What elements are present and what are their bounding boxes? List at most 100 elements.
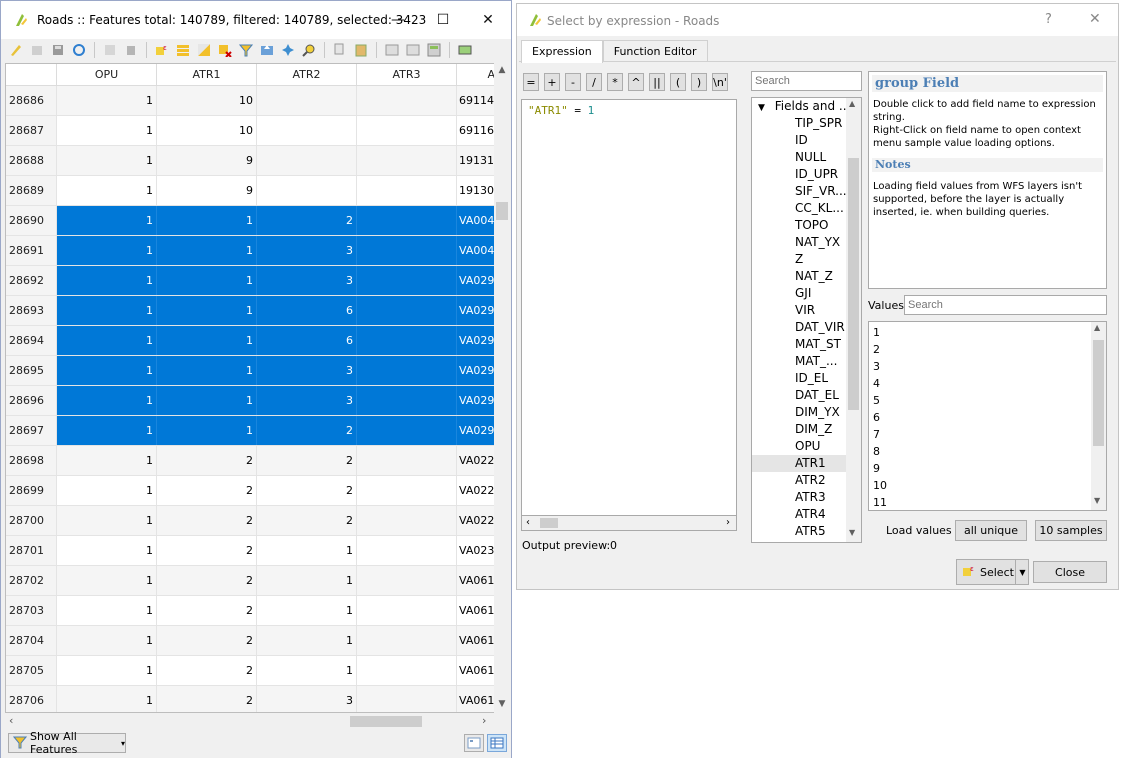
row-header[interactable]: 28690 (6, 206, 57, 235)
scroll-up-icon[interactable]: ▲ (849, 99, 855, 108)
attribute-table-titlebar[interactable]: Roads :: Features total: 140789, filtere… (1, 1, 511, 39)
cell-atr1[interactable]: 9 (157, 146, 257, 175)
tree-field-item[interactable]: ID_UPR (752, 166, 861, 183)
cell-atr1[interactable]: 9 (157, 176, 257, 205)
table-row[interactable]: 28688 1 9 191311 (6, 146, 509, 176)
table-row[interactable]: 28696113VA0298 (6, 386, 509, 416)
select-by-expression-icon[interactable]: ε (153, 41, 171, 59)
cell-atr2[interactable]: 2 (257, 446, 357, 475)
cell-atr2[interactable]: 3 (257, 356, 357, 385)
value-item[interactable]: 3 (869, 358, 1106, 375)
table-row[interactable]: 28703121VA0610 (6, 596, 509, 626)
cell-atr4[interactable]: VA0228 (457, 476, 497, 505)
cell-atr3[interactable] (357, 296, 457, 325)
cell-atr3[interactable] (357, 326, 457, 355)
cell-atr2[interactable]: 6 (257, 326, 357, 355)
value-item[interactable]: 5 (869, 392, 1106, 409)
scroll-left-icon[interactable]: ‹ (526, 517, 530, 528)
table-row[interactable]: 28687 1 10 691168 (6, 116, 509, 146)
cell-atr1[interactable]: 10 (157, 116, 257, 145)
cell-atr1[interactable]: 2 (157, 506, 257, 535)
cell-opu[interactable]: 1 (57, 146, 157, 175)
cell-atr3[interactable] (357, 176, 457, 205)
cell-atr4[interactable]: 691168 (457, 116, 497, 145)
column-header-atr3[interactable]: ATR3 (357, 64, 457, 85)
column-header-atr2[interactable]: ATR2 (257, 64, 357, 85)
cell-atr2[interactable]: 2 (257, 506, 357, 535)
value-item[interactable]: 7 (869, 426, 1106, 443)
scroll-thumb[interactable] (496, 202, 508, 220)
cell-opu[interactable]: 1 (57, 536, 157, 565)
expression-editor[interactable]: "ATR1" = 1 (521, 99, 737, 531)
row-header[interactable]: 28702 (6, 566, 57, 595)
column-header-atr1[interactable]: ATR1 (157, 64, 257, 85)
tree-field-item[interactable]: SIF_VR... (752, 183, 861, 200)
cell-atr1[interactable]: 10 (157, 86, 257, 115)
delete-field-icon[interactable] (404, 41, 422, 59)
show-all-features-button[interactable]: Show All Features ▾ (8, 730, 126, 756)
cell-atr1[interactable]: 2 (157, 596, 257, 625)
cell-atr1[interactable]: 1 (157, 266, 257, 295)
all-unique-button[interactable]: all unique (955, 520, 1027, 541)
value-item[interactable]: 6 (869, 409, 1106, 426)
cell-opu[interactable]: 1 (57, 206, 157, 235)
cell-atr3[interactable] (357, 236, 457, 265)
operator-button[interactable]: * (607, 73, 623, 91)
tree-field-item[interactable]: VIR (752, 302, 861, 319)
cell-opu[interactable]: 1 (57, 686, 157, 712)
cell-atr3[interactable] (357, 416, 457, 445)
reload-icon[interactable] (70, 41, 88, 59)
scroll-down-icon[interactable]: ▼ (849, 528, 855, 537)
tree-field-item[interactable]: MAT_... (752, 353, 861, 370)
row-header[interactable]: 28693 (6, 296, 57, 325)
row-header[interactable]: 28692 (6, 266, 57, 295)
cell-atr2[interactable]: 1 (257, 566, 357, 595)
tree-field-item[interactable]: ATR5 (752, 523, 861, 540)
cell-opu[interactable]: 1 (57, 116, 157, 145)
cell-atr4[interactable]: VA0230 (457, 536, 497, 565)
cell-opu[interactable]: 1 (57, 86, 157, 115)
cell-atr4[interactable]: VA0293 (457, 266, 497, 295)
value-item[interactable]: 2 (869, 341, 1106, 358)
row-header[interactable]: 28695 (6, 356, 57, 385)
cell-atr3[interactable] (357, 86, 457, 115)
tree-group-fields[interactable]: ▼ Fields and ... (752, 98, 861, 115)
row-header[interactable]: 28689 (6, 176, 57, 205)
filter-icon[interactable] (237, 41, 255, 59)
tree-scroll-thumb[interactable] (848, 158, 859, 410)
table-view-icon[interactable] (487, 734, 507, 752)
cell-atr2[interactable]: 1 (257, 596, 357, 625)
tree-field-item[interactable]: TIP_SPR (752, 115, 861, 132)
cell-atr1[interactable]: 2 (157, 656, 257, 685)
cell-opu[interactable]: 1 (57, 356, 157, 385)
editor-hscroll-thumb[interactable] (540, 518, 558, 528)
scroll-right-icon[interactable]: › (726, 517, 730, 528)
operator-button[interactable]: - (565, 73, 581, 91)
scroll-down-icon[interactable]: ▼ (1094, 496, 1100, 505)
cell-atr3[interactable] (357, 656, 457, 685)
cell-atr2[interactable]: 3 (257, 686, 357, 712)
cell-atr1[interactable]: 1 (157, 296, 257, 325)
cell-atr3[interactable] (357, 536, 457, 565)
cell-atr1[interactable]: 1 (157, 206, 257, 235)
tree-field-item[interactable]: ATR1 (752, 455, 861, 472)
grid-horizontal-scrollbar[interactable]: ‹ › (5, 713, 494, 730)
scroll-right-icon[interactable]: › (482, 714, 486, 727)
table-row[interactable]: 28695113VA0297 (6, 356, 509, 386)
cell-atr1[interactable]: 2 (157, 476, 257, 505)
tree-field-item[interactable]: DIM_Z (752, 421, 861, 438)
cell-atr3[interactable] (357, 266, 457, 295)
form-view-icon[interactable] (464, 734, 484, 752)
cell-opu[interactable]: 1 (57, 296, 157, 325)
cell-atr3[interactable] (357, 596, 457, 625)
column-header-atr4[interactable]: A (457, 64, 497, 85)
tab-expression[interactable]: Expression (521, 40, 603, 63)
tree-field-item[interactable]: NAT_YX (752, 234, 861, 251)
maximize-button[interactable]: ☐ (420, 1, 466, 39)
tree-field-item[interactable]: ATR4 (752, 506, 861, 523)
cell-atr2[interactable]: 3 (257, 266, 357, 295)
table-row[interactable]: 28699122VA0228 (6, 476, 509, 506)
minimize-button[interactable]: — (375, 1, 421, 39)
value-item[interactable]: 1 (869, 324, 1106, 341)
scroll-up-icon[interactable]: ▲ (494, 65, 510, 75)
